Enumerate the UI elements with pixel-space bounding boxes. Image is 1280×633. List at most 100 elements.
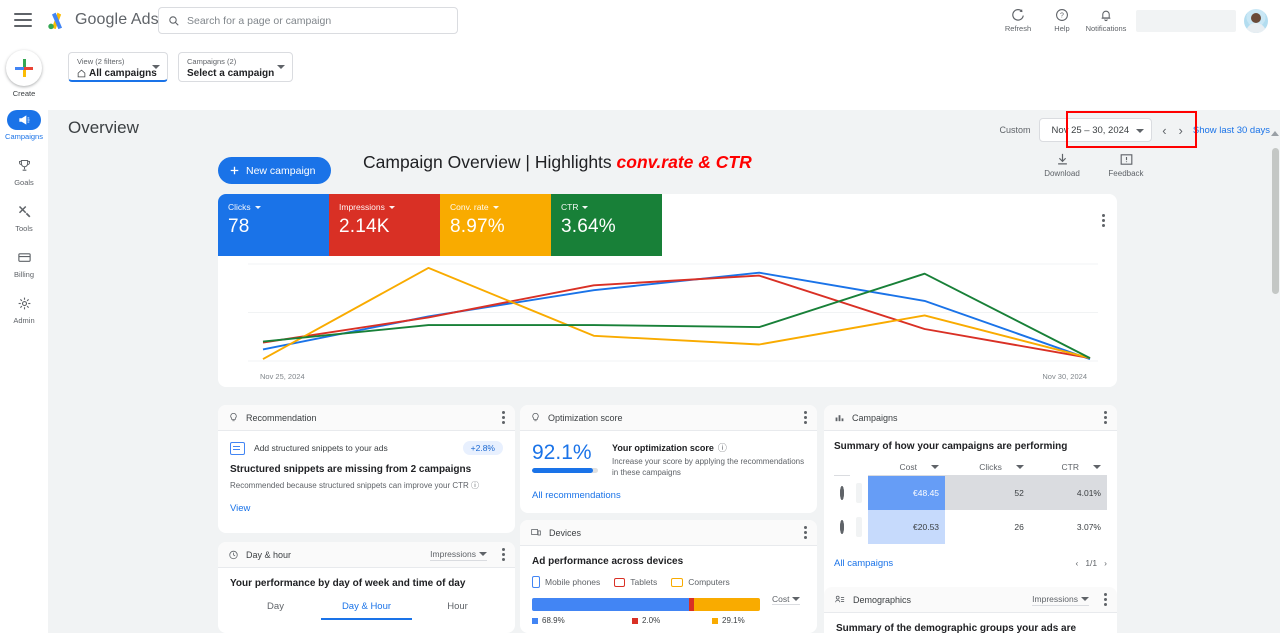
table-row[interactable]: €20.53 26 3.07% bbox=[834, 509, 1107, 544]
show-last-30-days-link[interactable]: Show last 30 days bbox=[1193, 125, 1270, 136]
day-and-hour-card: Day & hour Impressions Your performance … bbox=[218, 542, 515, 633]
metric-card-impressions[interactable]: Impressions 2.14K bbox=[329, 194, 440, 256]
optimization-score-card: Optimization score 92.1% Your optimizati… bbox=[520, 405, 817, 513]
devices-bar-computers bbox=[693, 598, 760, 611]
account-selector-redacted[interactable] bbox=[1136, 9, 1236, 32]
scroll-up-arrow-icon[interactable] bbox=[1271, 131, 1279, 136]
metric-value-conv-rate: 8.97% bbox=[450, 216, 505, 237]
devices-summary: Ad performance across devices bbox=[532, 556, 684, 567]
sidebar-item-goals[interactable]: Goals bbox=[0, 151, 48, 191]
rail-items: Campaigns Goals Tools Billing Admin bbox=[0, 99, 48, 329]
chart-xtick-start: Nov 25, 2024 bbox=[260, 372, 305, 381]
legend-computers[interactable]: Computers bbox=[671, 576, 730, 588]
date-range-picker[interactable]: Nov 25 – 30, 2024 bbox=[1038, 118, 1153, 142]
pager-prev-button[interactable]: ‹ bbox=[1075, 558, 1078, 568]
bar-chart-icon bbox=[835, 415, 844, 422]
chevron-down-icon[interactable] bbox=[582, 205, 589, 209]
view-selector[interactable]: View (2 filters) All campaigns bbox=[68, 52, 168, 82]
chevron-down-icon bbox=[1081, 596, 1089, 601]
overlay-title-highlight: conv.rate & CTR bbox=[616, 152, 752, 172]
campaign-ctr-cell: 3.07% bbox=[1076, 521, 1101, 532]
legend-mobile-phones[interactable]: Mobile phones bbox=[532, 576, 600, 588]
devices-pct-computers: 29.1% bbox=[712, 616, 745, 625]
metric-label-impressions: Impressions bbox=[339, 202, 385, 212]
chevron-down-icon bbox=[277, 65, 285, 69]
day-hour-card-body: Your performance by day of week and time… bbox=[218, 568, 515, 620]
demographics-card: Demographics Impressions Summary of the … bbox=[824, 587, 1117, 633]
devices-metric-selector[interactable]: Cost bbox=[772, 594, 801, 605]
chevron-down-icon[interactable] bbox=[388, 205, 395, 209]
recommendation-item-text: Add structured snippets to your ads bbox=[254, 443, 388, 453]
next-period-button[interactable]: › bbox=[1177, 123, 1185, 138]
campaign-selector[interactable]: Campaigns (2) Select a campaign bbox=[178, 52, 293, 82]
gear-icon bbox=[7, 294, 41, 314]
demographics-card-menu-button[interactable] bbox=[1104, 593, 1107, 606]
sidebar-item-campaigns[interactable]: Campaigns bbox=[0, 105, 48, 145]
optimization-card-menu-button[interactable] bbox=[804, 411, 807, 424]
recommendation-card-menu-button[interactable] bbox=[502, 411, 505, 424]
campaigns-th-spacer bbox=[834, 459, 850, 476]
recommendation-item[interactable]: Add structured snippets to your ads +2.8… bbox=[230, 441, 503, 455]
optimization-score-block: 92.1% bbox=[532, 441, 598, 478]
campaign-name-redacted bbox=[856, 482, 862, 503]
download-button[interactable]: Download bbox=[1038, 152, 1086, 178]
page-scrollbar-thumb[interactable] bbox=[1272, 148, 1279, 294]
refresh-button[interactable]: Refresh bbox=[996, 8, 1040, 33]
recommendation-view-link[interactable]: View bbox=[230, 503, 503, 514]
download-label: Download bbox=[1044, 169, 1080, 178]
day-hour-summary: Your performance by day of week and time… bbox=[230, 578, 466, 589]
bell-icon bbox=[1101, 10, 1111, 22]
campaign-selector-caption: Campaigns (2) bbox=[187, 57, 237, 66]
devices-pct-mobile-value: 68.9% bbox=[542, 616, 565, 625]
search-input[interactable]: Search for a page or campaign bbox=[158, 7, 458, 34]
chart-series-clicks bbox=[262, 271, 1091, 360]
top-bar: Google Ads Search for a page or campaign… bbox=[0, 0, 1280, 41]
sidebar-item-admin[interactable]: Admin bbox=[0, 289, 48, 329]
computer-icon bbox=[671, 577, 684, 587]
view-selector-value: All campaigns bbox=[77, 67, 159, 80]
chevron-down-icon[interactable] bbox=[254, 205, 261, 209]
all-recommendations-link[interactable]: All recommendations bbox=[532, 490, 805, 501]
legend-tablets-label: Tablets bbox=[630, 577, 658, 587]
avatar[interactable] bbox=[1244, 8, 1268, 33]
tab-hour[interactable]: Hour bbox=[412, 601, 503, 620]
legend-tablets[interactable]: Tablets bbox=[614, 576, 657, 588]
help-icon[interactable]: ⓘ bbox=[718, 441, 727, 454]
prev-period-button[interactable]: ‹ bbox=[1160, 123, 1168, 138]
campaigns-table-header-row: Cost Clicks CTR bbox=[834, 459, 1107, 476]
chart-card-menu-button[interactable] bbox=[1102, 214, 1105, 227]
pager-next-button[interactable]: › bbox=[1104, 558, 1107, 568]
campaigns-card-menu-button[interactable] bbox=[1104, 411, 1107, 424]
day-hour-card-menu-button[interactable] bbox=[502, 548, 505, 561]
google-ads-logo[interactable]: Google Ads bbox=[46, 9, 159, 31]
campaigns-th-cost[interactable]: Cost bbox=[867, 459, 946, 476]
chart-xtick-end: Nov 30, 2024 bbox=[1042, 372, 1087, 381]
overview-page-body: Overview Custom Nov 25 – 30, 2024 ‹ › Sh… bbox=[48, 110, 1280, 633]
campaigns-th-ctr[interactable]: CTR bbox=[1029, 459, 1107, 476]
feedback-button[interactable]: Feedback bbox=[1102, 152, 1150, 178]
help-icon[interactable]: ⓘ bbox=[471, 481, 479, 490]
tools-icon bbox=[7, 202, 41, 222]
campaigns-pager: ‹ 1/1 › bbox=[1075, 558, 1107, 568]
trophy-icon bbox=[7, 156, 41, 176]
table-row[interactable]: €48.45 52 4.01% bbox=[834, 475, 1107, 510]
all-campaigns-link[interactable]: All campaigns bbox=[834, 558, 893, 569]
chevron-down-icon[interactable] bbox=[492, 205, 499, 209]
help-button[interactable]: ? Help bbox=[1040, 8, 1084, 33]
tab-day-and-hour[interactable]: Day & Hour bbox=[321, 601, 412, 620]
hamburger-icon[interactable] bbox=[14, 13, 32, 27]
metric-card-conv-rate[interactable]: Conv. rate 8.97% bbox=[440, 194, 551, 256]
tab-day[interactable]: Day bbox=[230, 601, 321, 620]
sidebar-item-billing[interactable]: Billing bbox=[0, 243, 48, 283]
devices-card-menu-button[interactable] bbox=[804, 526, 807, 539]
campaigns-th-clicks[interactable]: Clicks bbox=[945, 459, 1030, 476]
devices-pct-mobile: 68.9% bbox=[532, 616, 632, 625]
metric-card-ctr[interactable]: CTR 3.64% bbox=[551, 194, 662, 256]
create-button[interactable]: Create bbox=[6, 50, 42, 98]
notifications-button[interactable]: Notifications bbox=[1084, 8, 1128, 33]
demographics-metric-selector[interactable]: Impressions bbox=[1032, 594, 1089, 606]
new-campaign-button[interactable]: New campaign bbox=[218, 157, 332, 184]
day-hour-metric-selector[interactable]: Impressions bbox=[430, 549, 487, 561]
sidebar-item-tools[interactable]: Tools bbox=[0, 197, 48, 237]
metric-card-clicks[interactable]: Clicks 78 bbox=[218, 194, 329, 256]
